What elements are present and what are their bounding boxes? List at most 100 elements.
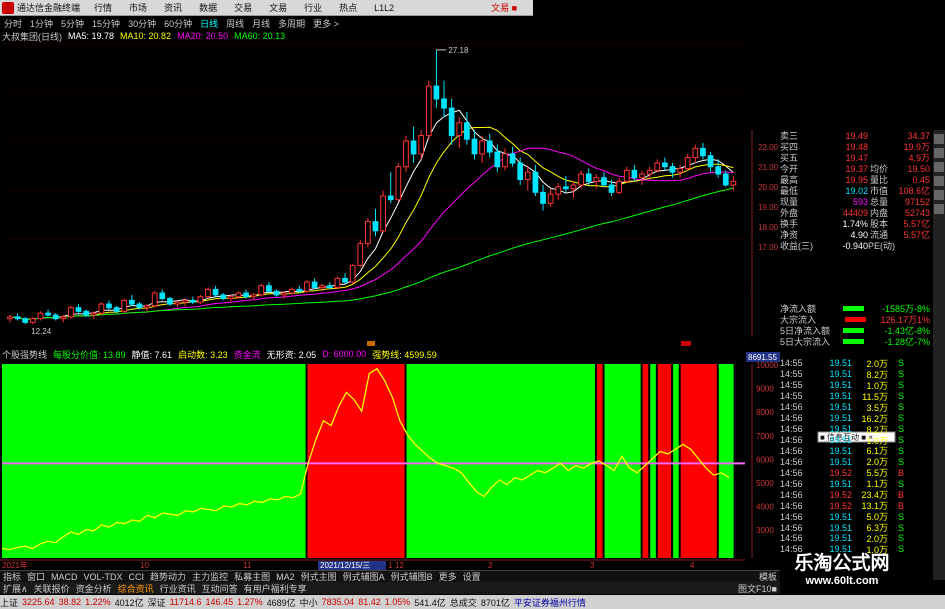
candle-body xyxy=(532,171,539,193)
signal-zone xyxy=(458,364,468,558)
candle-body xyxy=(7,316,13,320)
tick-price: 19.51 xyxy=(829,456,852,467)
quote-value: 1.74% xyxy=(842,218,868,229)
signal-zone xyxy=(17,364,26,558)
candle-body xyxy=(243,292,249,298)
tick-price: 19.51 xyxy=(829,522,852,533)
date-tick-label: 12 xyxy=(395,561,404,570)
tick-time: 14:56 xyxy=(780,522,803,533)
zone-divider xyxy=(602,364,605,558)
tick-price: 19.51 xyxy=(829,380,852,391)
period-tab[interactable]: 日线 xyxy=(200,17,218,30)
signal-zone xyxy=(222,364,232,558)
menu-item-market[interactable]: 市场 xyxy=(129,1,147,14)
indicator-tick-label: 5000 xyxy=(756,479,774,488)
side-toolbar xyxy=(933,130,945,580)
tick-side: S xyxy=(897,511,904,522)
signal-zone xyxy=(2,364,11,558)
signal-zone xyxy=(436,364,445,558)
flow-pct: -8% xyxy=(913,303,930,314)
quote-value: 19.49 xyxy=(845,130,868,141)
menu-item-data[interactable]: 数据 xyxy=(199,1,217,14)
zone-divider xyxy=(640,364,643,558)
tick-list[interactable]: 14:55 19.51 2.0万 S 14:55 19.51 8.2万 S 14:55 19.51… xyxy=(780,358,930,554)
extension-tabs: 扩展∧ 关联报价 资金分析 综合资讯 行业资讯 互动问答 有用户福利专享 图文F10■ xyxy=(0,582,780,594)
tool-icon[interactable] xyxy=(934,162,944,172)
signal-zone xyxy=(321,364,331,558)
candle-body xyxy=(357,243,364,267)
event-marker xyxy=(367,341,375,346)
tool-icon[interactable] xyxy=(934,204,944,214)
signal-zone xyxy=(382,364,391,558)
period-tab[interactable]: 1分钟 xyxy=(30,17,53,30)
indicator-legend-item: 静值: 7.61 xyxy=(131,349,173,360)
sz-index-volume: 4689亿 xyxy=(266,597,296,608)
candle-body xyxy=(144,305,150,309)
tick-time: 14:55 xyxy=(780,380,803,391)
tool-icon[interactable] xyxy=(934,190,944,200)
tool-icon[interactable] xyxy=(934,176,944,186)
period-tab[interactable]: 15分钟 xyxy=(92,17,120,30)
tool-icon[interactable] xyxy=(934,134,944,144)
signal-zone xyxy=(550,364,559,558)
quote-value: 19.37 xyxy=(845,163,868,174)
tick-side: S xyxy=(897,358,904,369)
extension-tab[interactable]: 资金分析 xyxy=(76,582,112,595)
extension-tab[interactable]: 综合资讯 xyxy=(118,582,154,595)
candle-body xyxy=(387,195,394,201)
indicator-tab[interactable]: MA2 xyxy=(276,572,295,582)
flow-value: -1.28亿 xyxy=(884,337,914,347)
tick-price: 19.51 xyxy=(829,391,852,402)
period-tab[interactable]: 多周期 xyxy=(278,17,305,30)
candle-body xyxy=(205,288,211,298)
sz-index-pct: 1.27% xyxy=(237,597,263,607)
quote-panel: 卖三 19.49 34.37 买四 19.48 19.9万 买五 19.47 4.9万 今开 19.… xyxy=(780,130,930,252)
indicator-tabs: 指标 窗口 MACD VOL-TDX CCI 趋势动力 主力监控 私募主图 MA2 例式主图 例式辅… xyxy=(0,570,780,582)
period-tab[interactable]: 分时 xyxy=(4,17,22,30)
menu-item-wenyi[interactable]: 文易 xyxy=(269,1,287,14)
period-tab[interactable]: 更多 > xyxy=(313,17,339,30)
date-tick-label: 1 xyxy=(388,561,393,570)
indicator-tab[interactable]: MACD xyxy=(51,572,78,582)
indicator-tab[interactable]: VOL-TDX xyxy=(84,572,123,582)
quote-subvalue: 5.57亿 xyxy=(903,230,930,240)
indicator-tick-label: 8000 xyxy=(756,408,774,417)
menu-item-hotspot[interactable]: 热点 xyxy=(339,1,357,14)
sz-index-label: 深证 xyxy=(147,597,166,608)
menu-item-quotes[interactable]: 行情 xyxy=(94,1,112,14)
account-link[interactable]: 文易 ■ xyxy=(491,1,517,14)
tick-time: 14:56 xyxy=(780,489,803,500)
period-tab[interactable]: 5分钟 xyxy=(61,17,84,30)
signal-zone xyxy=(420,364,430,558)
tool-icon[interactable] xyxy=(934,148,944,158)
signal-zone xyxy=(70,364,79,558)
extension-tab[interactable]: 行业资讯 xyxy=(160,582,196,595)
date-tick-label: 10 xyxy=(140,561,149,570)
candle-body xyxy=(311,281,318,289)
signal-zone xyxy=(62,364,72,558)
candle-body xyxy=(326,285,333,289)
candle-body xyxy=(365,221,371,245)
signal-zone xyxy=(276,364,285,558)
extension-tab[interactable]: 扩展∧ xyxy=(3,582,28,595)
ma-legend: 大叔集团(日线) MA5: 19.78 MA10: 20.82 MA20: 20.50… xyxy=(2,30,291,42)
extension-tab[interactable]: 关联报价 xyxy=(34,582,70,595)
candle-body xyxy=(425,85,432,137)
menu-item-industry[interactable]: 行业 xyxy=(304,1,322,14)
signal-zone xyxy=(466,364,475,558)
extension-tab[interactable]: 互动问答 xyxy=(202,582,238,595)
signal-zone xyxy=(116,364,125,558)
tick-side: B xyxy=(897,500,904,511)
period-tab[interactable]: 周线 xyxy=(226,17,244,30)
period-tab[interactable]: 30分钟 xyxy=(128,17,156,30)
extension-tab[interactable]: 有用户福利专享 xyxy=(244,582,307,595)
menu-item-trade[interactable]: 交易 xyxy=(234,1,252,14)
menu-item-l1l2[interactable]: L1L2 xyxy=(374,3,394,13)
ma-legend-item: MA5: 19.78 xyxy=(68,31,115,41)
period-tab[interactable]: 60分钟 xyxy=(164,17,192,30)
low-label: 12.24 xyxy=(31,327,52,336)
period-tab[interactable]: 月线 xyxy=(252,17,270,30)
price-tick-label: 19.00 xyxy=(758,203,779,212)
menu-item-news[interactable]: 资讯 xyxy=(164,1,182,14)
indicator-tab[interactable]: CCI xyxy=(129,572,145,582)
